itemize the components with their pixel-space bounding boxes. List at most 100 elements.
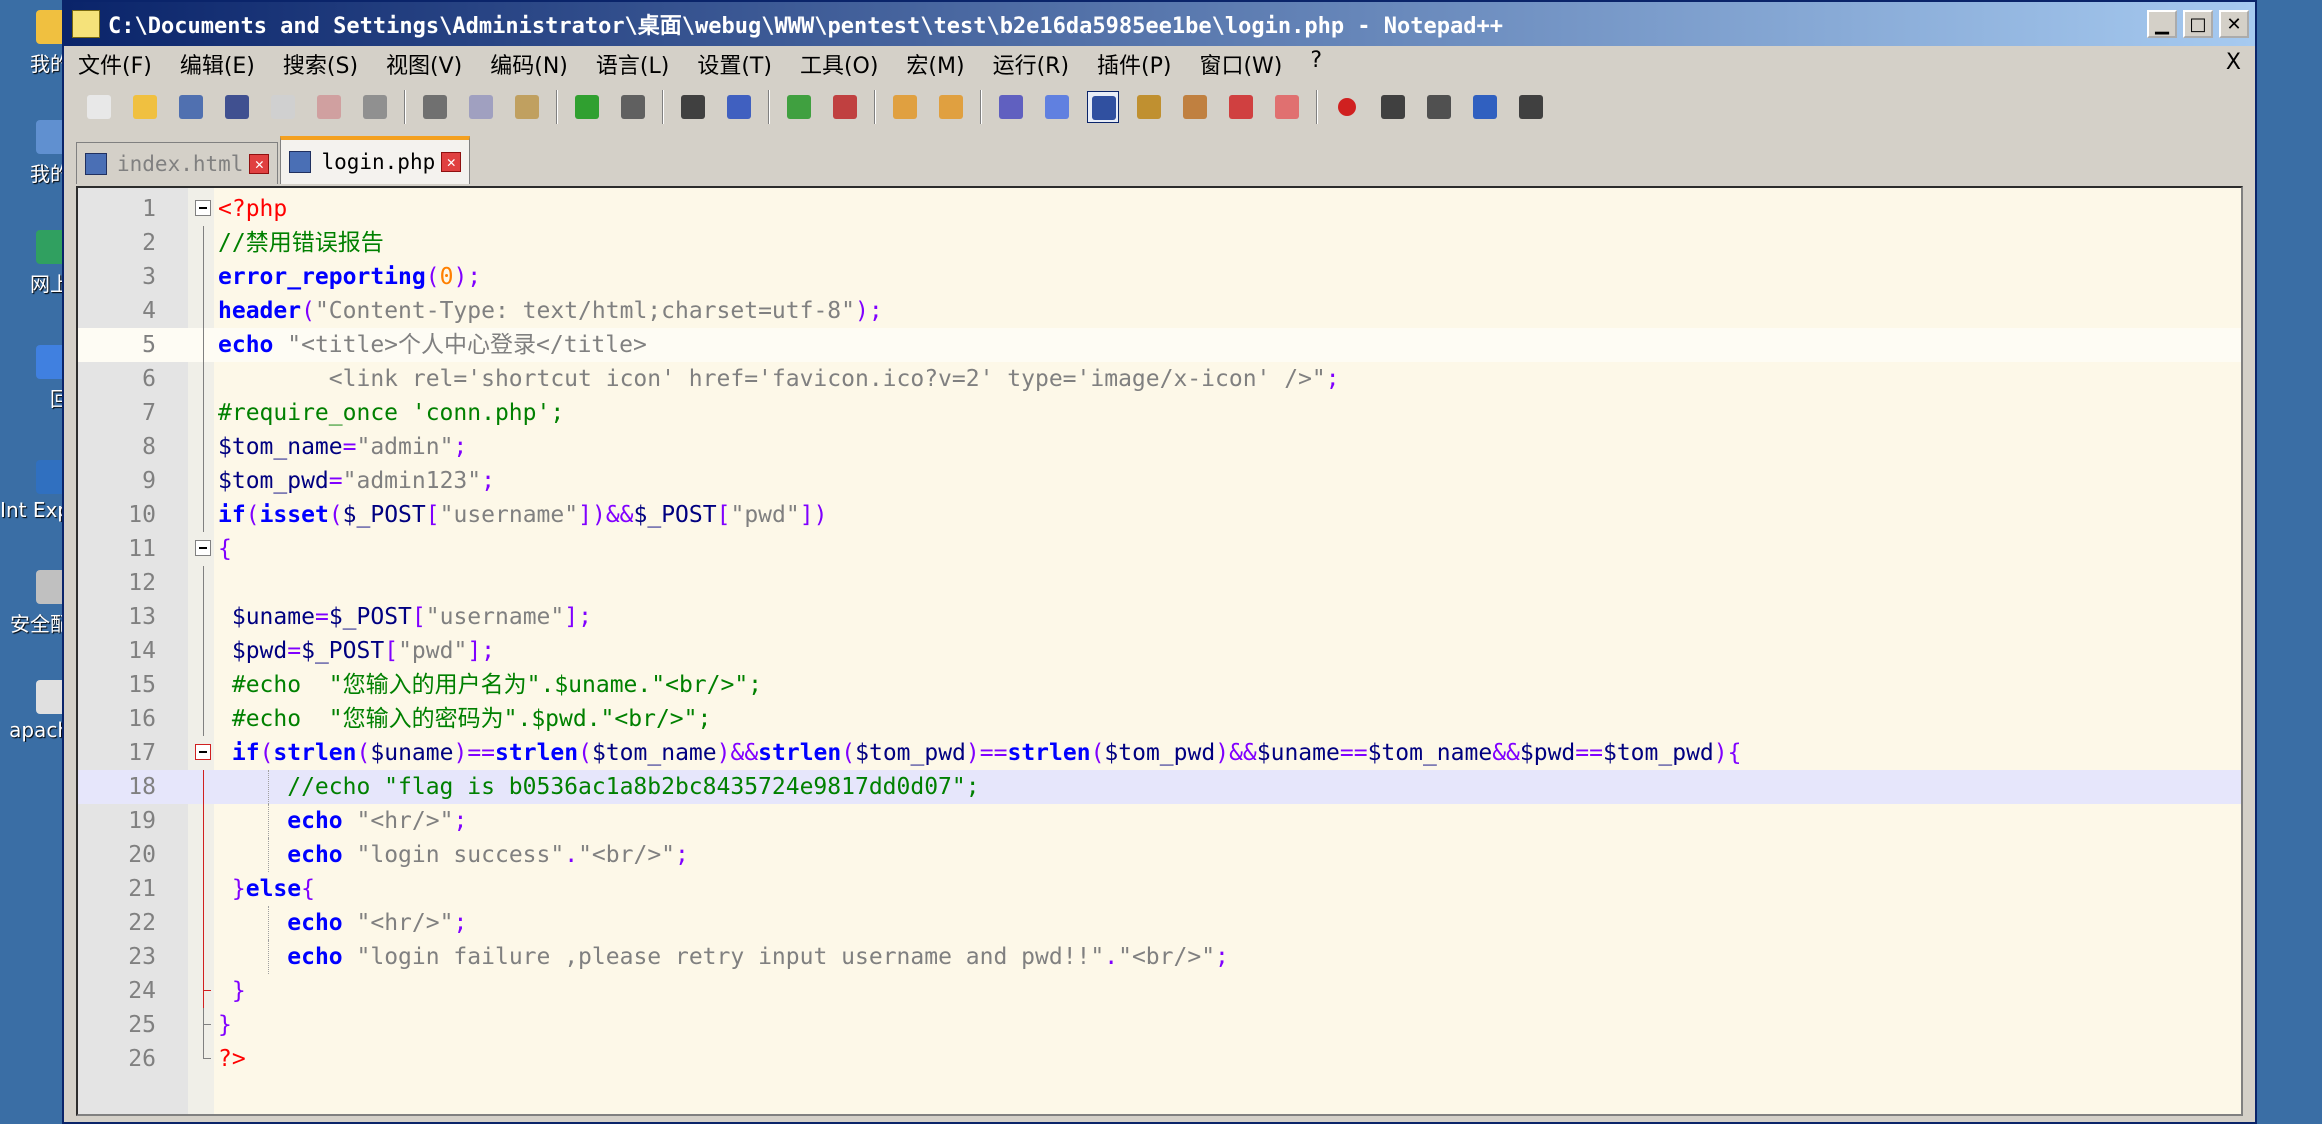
code-line[interactable]: 5 echo "<title>个人中心登录</title> [78, 328, 2241, 362]
menu-item[interactable]: 工具(O) [786, 48, 892, 80]
code-line[interactable]: 13 $uname=$_POST["username"]; [78, 600, 2241, 634]
menu-item[interactable]: 语言(L) [582, 48, 683, 80]
menu-item[interactable]: 窗口(W) [1185, 48, 1296, 80]
code-area[interactable]: 1 <?php 2//禁用错误报告 3 error_reporting(0); 4 head… [78, 192, 2241, 1076]
desktop-icon[interactable]: 我的 [0, 120, 70, 187]
fold-toggle-icon[interactable] [192, 532, 218, 566]
minimize-button[interactable]: ▁ [2147, 10, 2177, 38]
line-number: 19 [128, 808, 156, 834]
code-line[interactable]: 2 //禁用错误报告 [78, 226, 2241, 260]
zoom-in-button[interactable] [783, 91, 815, 123]
replace-button[interactable] [723, 91, 755, 123]
menu-item[interactable]: ? [1296, 48, 1336, 80]
word-wrap-button[interactable] [995, 91, 1027, 123]
indent-guide-button[interactable] [1087, 91, 1119, 123]
code-line[interactable]: 21 }else{ [78, 872, 2241, 906]
desktop-icon[interactable]: 回 [0, 345, 70, 412]
copy-button[interactable] [465, 91, 497, 123]
open-file-button[interactable] [129, 91, 161, 123]
record-macro-button[interactable] [1331, 91, 1363, 123]
close-all-button[interactable] [313, 91, 345, 123]
close-document-button[interactable]: X [2226, 50, 2241, 75]
save-all-button[interactable] [221, 91, 253, 123]
menu-item[interactable]: 搜索(S) [269, 48, 372, 80]
code-line[interactable]: 16 #echo "您输入的密码为".$pwd."<br/>"; [78, 702, 2241, 736]
fold-guide-line [192, 668, 218, 702]
code-line[interactable]: 15 #echo "您输入的用户名为".$uname."<br/>"; [78, 668, 2241, 702]
paste-button[interactable] [511, 91, 543, 123]
desktop-icon[interactable]: 我的 [0, 10, 70, 77]
code-line[interactable]: 23 echo "login failure ,please retry inp… [78, 940, 2241, 974]
desktop-icon[interactable]: Int Exp [0, 460, 70, 522]
save-button[interactable] [175, 91, 207, 123]
undo-button[interactable] [571, 91, 603, 123]
line-number: 26 [128, 1046, 156, 1072]
find-button[interactable] [677, 91, 709, 123]
code-text: } [218, 974, 246, 1008]
tab-index-html[interactable]: index.html ✕ [76, 142, 279, 184]
code-line[interactable]: 18 //echo "flag is b0536ac1a8b2bc8435724… [78, 770, 2241, 804]
new-file-button[interactable] [83, 91, 115, 123]
code-line[interactable]: 6 <link rel='shortcut icon' href='favico… [78, 362, 2241, 396]
fold-toggle-icon[interactable] [192, 736, 218, 770]
save-macro-button[interactable] [1515, 91, 1547, 123]
desktop-icon[interactable]: 安全配 [0, 570, 70, 637]
menu-item[interactable]: 文件(F) [64, 48, 166, 80]
save-macro-icon [1519, 95, 1543, 119]
fold-toggle-icon[interactable] [192, 192, 218, 226]
code-line[interactable]: 22 echo "<hr/>"; [78, 906, 2241, 940]
code-line[interactable]: 3 error_reporting(0); [78, 260, 2241, 294]
code-line[interactable]: 20 echo "login success"."<br/>"; [78, 838, 2241, 872]
show-all-chars-button[interactable] [1041, 91, 1073, 123]
stop-macro-button[interactable] [1377, 91, 1409, 123]
run-macro-multiple-button[interactable] [1469, 91, 1501, 123]
code-line[interactable]: 17 if(strlen($uname)==strlen($tom_name)&… [78, 736, 2241, 770]
code-line[interactable]: 24 } [78, 974, 2241, 1008]
menu-item[interactable]: 插件(P) [1083, 48, 1185, 80]
code-editor[interactable]: 1 <?php 2//禁用错误报告 3 error_reporting(0); 4 head… [76, 186, 2243, 1116]
menu-item[interactable]: 设置(T) [683, 48, 786, 80]
monitor-button[interactable] [1271, 91, 1303, 123]
print-button[interactable] [359, 91, 391, 123]
code-line[interactable]: 19 echo "<hr/>"; [78, 804, 2241, 838]
code-token: $_POST [342, 502, 426, 528]
menu-item[interactable]: 编码(N) [476, 48, 582, 80]
redo-button[interactable] [617, 91, 649, 123]
code-line[interactable]: 14 $pwd=$_POST["pwd"]; [78, 634, 2241, 668]
code-line[interactable]: 4 header("Content-Type: text/html;charset… [78, 294, 2241, 328]
close-button[interactable]: ✕ [2219, 10, 2249, 38]
tab-close-icon[interactable]: ✕ [441, 152, 462, 172]
code-line[interactable]: 12 [78, 566, 2241, 600]
desktop-icon[interactable]: 网上 [0, 230, 70, 297]
menu-item[interactable]: 运行(R) [979, 48, 1083, 80]
code-line[interactable]: 10 if(isset($_POST["username"])&&$_POST["… [78, 498, 2241, 532]
sync-vertical-button[interactable] [889, 91, 921, 123]
maximize-button[interactable]: □ [2183, 10, 2213, 38]
code-line[interactable]: 8 $tom_name="admin"; [78, 430, 2241, 464]
cut-button[interactable] [419, 91, 451, 123]
code-line[interactable]: 1 <?php [78, 192, 2241, 226]
tab-login-php[interactable]: login.php ✕ [280, 136, 471, 184]
code-token: //echo "flag is b0536ac1a8b2bc8435724e98… [218, 774, 980, 800]
code-token: ( [578, 740, 592, 766]
title-bar[interactable]: C:\Documents and Settings\Administrator\… [64, 2, 2255, 46]
doc-map-button[interactable] [1133, 91, 1165, 123]
code-line[interactable]: 11 { [78, 532, 2241, 566]
desktop-icon[interactable]: apach [0, 680, 70, 742]
close-button[interactable] [267, 91, 299, 123]
menu-item[interactable]: 编辑(E) [166, 48, 269, 80]
tab-close-icon[interactable]: ✕ [249, 153, 270, 174]
sync-horizontal-button[interactable] [935, 91, 967, 123]
code-line[interactable]: 7 #require_once 'conn.php'; [78, 396, 2241, 430]
fold-guide-line [192, 1008, 218, 1042]
code-token: } [218, 1012, 232, 1038]
code-line[interactable]: 26 ?> [78, 1042, 2241, 1076]
folder-workspace-button[interactable] [1225, 91, 1257, 123]
code-line[interactable]: 9 $tom_pwd="admin123"; [78, 464, 2241, 498]
menu-item[interactable]: 宏(M) [892, 48, 978, 80]
code-line[interactable]: 25} [78, 1008, 2241, 1042]
zoom-out-button[interactable] [829, 91, 861, 123]
play-macro-button[interactable] [1423, 91, 1455, 123]
menu-item[interactable]: 视图(V) [372, 48, 476, 80]
function-list-button[interactable] [1179, 91, 1211, 123]
